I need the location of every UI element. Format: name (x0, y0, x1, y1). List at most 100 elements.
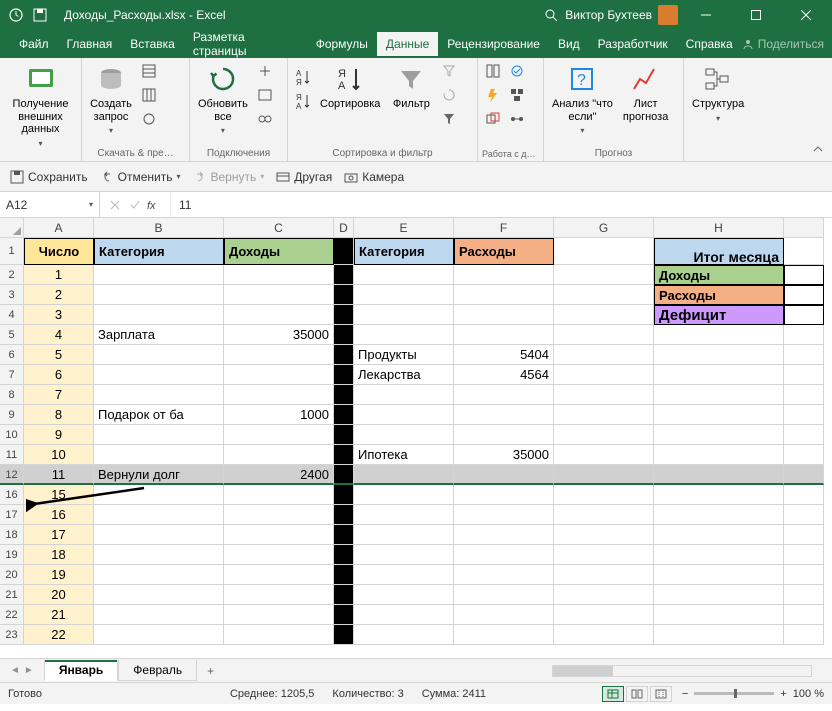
cell[interactable] (334, 585, 354, 605)
cell[interactable] (784, 505, 824, 525)
cell[interactable]: F (454, 218, 554, 238)
connections-small-button[interactable] (254, 60, 276, 82)
cell[interactable] (354, 605, 454, 625)
cell[interactable] (654, 545, 784, 565)
cell[interactable]: 16 (0, 485, 24, 505)
cell[interactable] (94, 565, 224, 585)
cell[interactable] (354, 585, 454, 605)
qa-camera-button[interactable]: Камера (344, 170, 404, 184)
cell[interactable] (94, 265, 224, 285)
cell[interactable] (334, 505, 354, 525)
cell[interactable] (0, 218, 24, 238)
cell[interactable]: 4 (24, 325, 94, 345)
cell[interactable]: Дефицит (654, 305, 784, 325)
forecast-sheet-button[interactable]: Лист прогноза (619, 60, 672, 126)
structure-button[interactable]: Структура▾ (688, 60, 748, 126)
cell[interactable]: 4 (0, 305, 24, 325)
cell[interactable]: 19 (0, 545, 24, 565)
cell[interactable]: Продукты (354, 345, 454, 365)
cell[interactable] (354, 265, 454, 285)
menu-home[interactable]: Главная (58, 32, 122, 56)
cell[interactable] (334, 285, 354, 305)
cell[interactable]: 35000 (454, 445, 554, 465)
qa-redo-button[interactable]: Вернуть ▾ (193, 170, 265, 184)
cell[interactable] (554, 545, 654, 565)
menu-review[interactable]: Рецензирование (438, 32, 549, 56)
cell[interactable] (554, 265, 654, 285)
zoom-level[interactable]: 100 % (793, 688, 824, 700)
cell[interactable] (554, 525, 654, 545)
cell[interactable] (554, 445, 654, 465)
cell[interactable]: 2 (0, 265, 24, 285)
cell[interactable] (94, 505, 224, 525)
user-account[interactable]: Виктор Бухтеев (565, 5, 678, 25)
cell[interactable] (784, 285, 824, 305)
qa-other-button[interactable]: Другая (276, 170, 332, 184)
minimize-button[interactable] (684, 0, 728, 30)
collapse-ribbon-icon[interactable] (812, 143, 826, 157)
cell[interactable] (654, 405, 784, 425)
properties-button[interactable] (254, 84, 276, 106)
cell[interactable] (554, 285, 654, 305)
cell[interactable]: C (224, 218, 334, 238)
cell[interactable] (454, 585, 554, 605)
cell[interactable]: 8 (0, 385, 24, 405)
cell[interactable]: 20 (0, 565, 24, 585)
cell[interactable] (784, 585, 824, 605)
cell[interactable]: 3 (24, 305, 94, 325)
refresh-all-button[interactable]: Обновить все▾ (194, 60, 252, 138)
text-to-columns-button[interactable] (482, 60, 504, 82)
cell[interactable] (554, 425, 654, 445)
cell[interactable] (354, 405, 454, 425)
cell[interactable] (784, 265, 824, 285)
cell[interactable] (454, 465, 554, 485)
cell[interactable] (554, 405, 654, 425)
cell[interactable] (224, 365, 334, 385)
cell[interactable] (224, 605, 334, 625)
cell[interactable]: Расходы (454, 238, 554, 265)
sort-desc-button[interactable]: ЯA (292, 90, 314, 112)
cell[interactable] (334, 465, 354, 485)
cell[interactable] (784, 305, 824, 325)
cell[interactable]: 7 (24, 385, 94, 405)
menu-formulas[interactable]: Формулы (307, 32, 377, 56)
menu-data[interactable]: Данные (377, 32, 438, 56)
relationships-button[interactable] (506, 108, 528, 130)
cell[interactable]: 7 (0, 365, 24, 385)
advanced-filter-button[interactable] (438, 108, 460, 130)
cell[interactable] (94, 425, 224, 445)
cell[interactable] (454, 485, 554, 505)
zoom-out-icon[interactable]: − (682, 688, 688, 700)
cell[interactable]: 19 (24, 565, 94, 585)
new-query-button[interactable]: Создать запрос▾ (86, 60, 136, 138)
cell[interactable] (784, 625, 824, 645)
remove-duplicates-button[interactable] (482, 108, 504, 130)
cell[interactable] (334, 445, 354, 465)
menu-insert[interactable]: Вставка (121, 32, 184, 56)
cell[interactable] (224, 505, 334, 525)
edit-links-button[interactable] (254, 108, 276, 130)
cell[interactable] (784, 545, 824, 565)
cell[interactable] (554, 565, 654, 585)
consolidate-button[interactable] (506, 84, 528, 106)
cell[interactable]: 35000 (224, 325, 334, 345)
sheet-tab-january[interactable]: Январь (44, 660, 118, 681)
cell[interactable] (354, 385, 454, 405)
zoom-control[interactable]: − + 100 % (682, 688, 824, 700)
cell[interactable] (94, 545, 224, 565)
cell[interactable]: E (354, 218, 454, 238)
cell[interactable]: B (94, 218, 224, 238)
cell[interactable] (454, 285, 554, 305)
cancel-formula-icon[interactable] (106, 196, 124, 214)
cell[interactable] (554, 605, 654, 625)
cell[interactable] (224, 285, 334, 305)
cell[interactable] (334, 405, 354, 425)
cell[interactable] (784, 565, 824, 585)
cell[interactable] (334, 565, 354, 585)
cell[interactable] (654, 565, 784, 585)
cell[interactable] (654, 365, 784, 385)
zoom-in-icon[interactable]: + (780, 688, 786, 700)
get-external-data-button[interactable]: Получение внешних данных▾ (4, 60, 77, 151)
cell[interactable]: 1000 (224, 405, 334, 425)
cell[interactable] (334, 605, 354, 625)
